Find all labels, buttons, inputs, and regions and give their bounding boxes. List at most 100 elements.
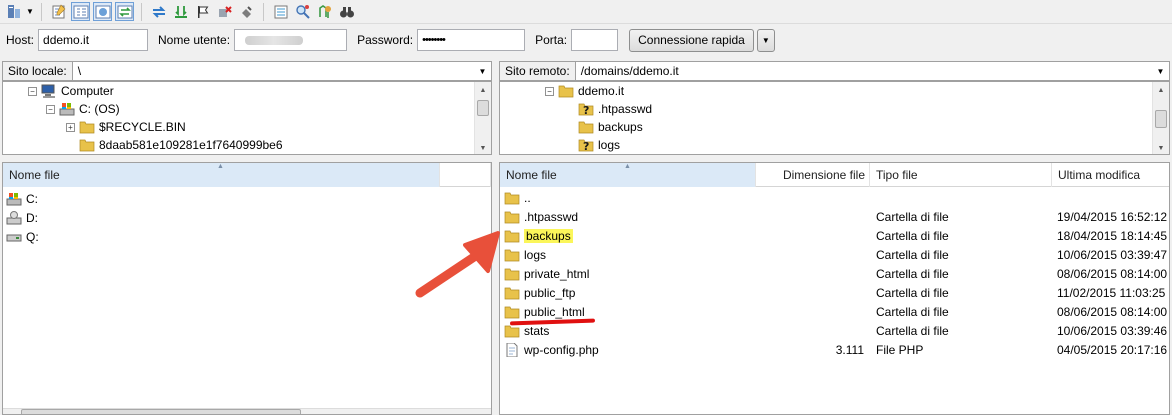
host-input[interactable]	[38, 29, 149, 51]
file-name: wp-config.php	[524, 342, 599, 357]
local-tree-scrollbar[interactable]: ▲ ▼	[474, 82, 491, 154]
cell-size	[756, 264, 864, 283]
process-queue-icon[interactable]	[171, 2, 190, 21]
folder-icon	[504, 192, 520, 204]
table-row[interactable]: wp-config.php 3.111 File PHP 04/05/2015 20:…	[500, 340, 1169, 359]
tree-item-htpasswd[interactable]: ? .htpasswd	[578, 100, 652, 118]
column-header-type[interactable]: Tipo file	[870, 163, 1052, 187]
folder-icon	[79, 139, 95, 152]
chevron-down-icon[interactable]: ▼	[1152, 62, 1169, 80]
file-name: public_html	[524, 304, 585, 319]
password-input[interactable]: ••••••••	[417, 29, 526, 51]
table-row[interactable]: logs Cartella di file 10/06/2015 03:39:47	[500, 245, 1169, 264]
cell-modified: 11/02/2015 11:03:25	[1057, 283, 1165, 302]
transfer-queue-icon[interactable]	[115, 2, 134, 21]
scroll-thumb[interactable]	[1155, 110, 1167, 128]
remote-site-label: Sito remoto:	[499, 61, 576, 81]
quickconnect-bar: Host: Nome utente: Password: •••••••• Po…	[0, 25, 1172, 55]
password-label: Password:	[357, 33, 414, 47]
file-modified: 10/06/2015 03:39:46	[1057, 323, 1168, 338]
table-row[interactable]: public_html Cartella di file 08/06/2015 08…	[500, 302, 1169, 321]
file-type: Cartella di file	[876, 247, 949, 262]
scroll-up-icon[interactable]: ▲	[1153, 82, 1169, 98]
quickconnect-button[interactable]: Connessione rapida	[629, 28, 754, 52]
file-type: Cartella di file	[876, 285, 949, 300]
cell-modified: 04/05/2015 20:17:16	[1057, 340, 1167, 359]
tree-item-logs[interactable]: ? logs	[578, 136, 620, 154]
svg-text:?: ?	[583, 140, 589, 152]
column-header-extra[interactable]	[440, 163, 491, 187]
tree-item-drive-c[interactable]: − C: (OS)	[46, 100, 120, 118]
tree-item-backups[interactable]: backups	[578, 118, 643, 136]
local-path-input[interactable]: \ ▼	[72, 61, 492, 81]
file-name: logs	[524, 247, 547, 262]
find-icon[interactable]	[337, 2, 356, 21]
reconnect-icon[interactable]	[237, 2, 256, 21]
list-item[interactable]: Q:	[6, 227, 39, 246]
table-row[interactable]: public_ftp Cartella di file 11/02/2015 11:…	[500, 283, 1169, 302]
tree-item-ddemo[interactable]: − ddemo.it	[545, 82, 624, 100]
compare-icon[interactable]	[271, 2, 290, 21]
cell-name: wp-config.php	[504, 340, 599, 359]
scroll-down-icon[interactable]: ▼	[1153, 140, 1169, 154]
column-header-size[interactable]: Dimensione file	[756, 163, 870, 187]
local-tree-icon[interactable]	[71, 2, 90, 21]
list-item[interactable]: C:	[6, 189, 38, 208]
table-row[interactable]: ..	[500, 188, 1169, 207]
table-row[interactable]: stats Cartella di file 10/06/2015 03:39:46	[500, 321, 1169, 340]
table-row[interactable]: .htpasswd Cartella di file 19/04/2015 16:5…	[500, 207, 1169, 226]
toolbar-separator	[263, 2, 264, 21]
file-type: Cartella di file	[876, 304, 949, 319]
column-header-modified[interactable]: Ultima modifica	[1052, 163, 1169, 187]
cell-size	[756, 283, 864, 302]
chevron-down-icon[interactable]: ▼	[474, 62, 491, 80]
folder-icon	[558, 85, 574, 98]
column-header-label: Ultima modifica	[1058, 168, 1141, 182]
table-row[interactable]: private_html Cartella di file 08/06/2015 0…	[500, 264, 1169, 283]
port-input[interactable]	[571, 29, 619, 51]
cancel-icon[interactable]	[193, 2, 212, 21]
disconnect-icon[interactable]	[215, 2, 234, 21]
tree-item-recycle-bin[interactable]: + $RECYCLE.BIN	[66, 118, 186, 136]
tree-item-computer[interactable]: − Computer	[28, 82, 114, 100]
file-type: Cartella di file	[876, 323, 949, 338]
local-list-hscrollbar[interactable]	[3, 408, 491, 414]
red-arrow-annotation	[415, 231, 500, 298]
file-modified: 04/05/2015 20:17:16	[1057, 342, 1168, 357]
refresh-icon[interactable]	[149, 2, 168, 21]
cell-size	[756, 226, 864, 245]
file-name: private_html	[524, 266, 590, 281]
list-item[interactable]: D:	[6, 208, 38, 227]
cell-modified: 19/04/2015 16:52:12	[1057, 207, 1167, 226]
username-input[interactable]	[234, 29, 348, 51]
scroll-up-icon[interactable]: ▲	[475, 82, 491, 98]
table-row[interactable]: backups Cartella di file 18/04/2015 18:14:…	[500, 226, 1169, 245]
toolbar-separator	[141, 2, 142, 21]
remote-tree-scrollbar[interactable]: ▲ ▼	[1152, 82, 1169, 154]
computer-icon	[41, 84, 55, 98]
remote-path-input[interactable]: /domains/ddemo.it ▼	[575, 61, 1170, 81]
remote-tree-icon[interactable]	[93, 2, 112, 21]
expand-icon[interactable]: +	[66, 122, 75, 132]
sync-browse-icon[interactable]	[315, 2, 334, 21]
scroll-thumb[interactable]	[21, 409, 301, 414]
file-modified: 11/02/2015 11:03:25	[1057, 285, 1166, 300]
collapse-icon[interactable]: −	[46, 104, 55, 114]
scroll-thumb[interactable]	[477, 100, 489, 116]
tree-item-label: ddemo.it	[578, 84, 625, 98]
site-manager-icon[interactable]	[4, 2, 23, 21]
message-log-icon[interactable]	[49, 2, 68, 21]
file-name: .htpasswd	[524, 209, 579, 224]
tree-item-folder[interactable]: 8daab581e109281e1f7640999be6	[79, 136, 283, 154]
quickconnect-dropdown-button[interactable]: ▼	[756, 28, 775, 52]
dropdown-icon[interactable]: ▼	[26, 7, 34, 16]
scroll-down-icon[interactable]: ▼	[475, 140, 491, 154]
search-icon[interactable]	[293, 2, 312, 21]
file-modified: 18/04/2015 18:14:45	[1057, 228, 1168, 243]
file-name: ..	[524, 190, 531, 205]
collapse-icon[interactable]: −	[545, 86, 554, 96]
collapse-icon[interactable]: −	[28, 86, 37, 96]
local-tree: − Computer − C: (OS) + $RECYCLE.BIN 8daa…	[2, 81, 492, 155]
cell-size	[756, 302, 864, 321]
cell-name: .htpasswd	[504, 207, 578, 226]
